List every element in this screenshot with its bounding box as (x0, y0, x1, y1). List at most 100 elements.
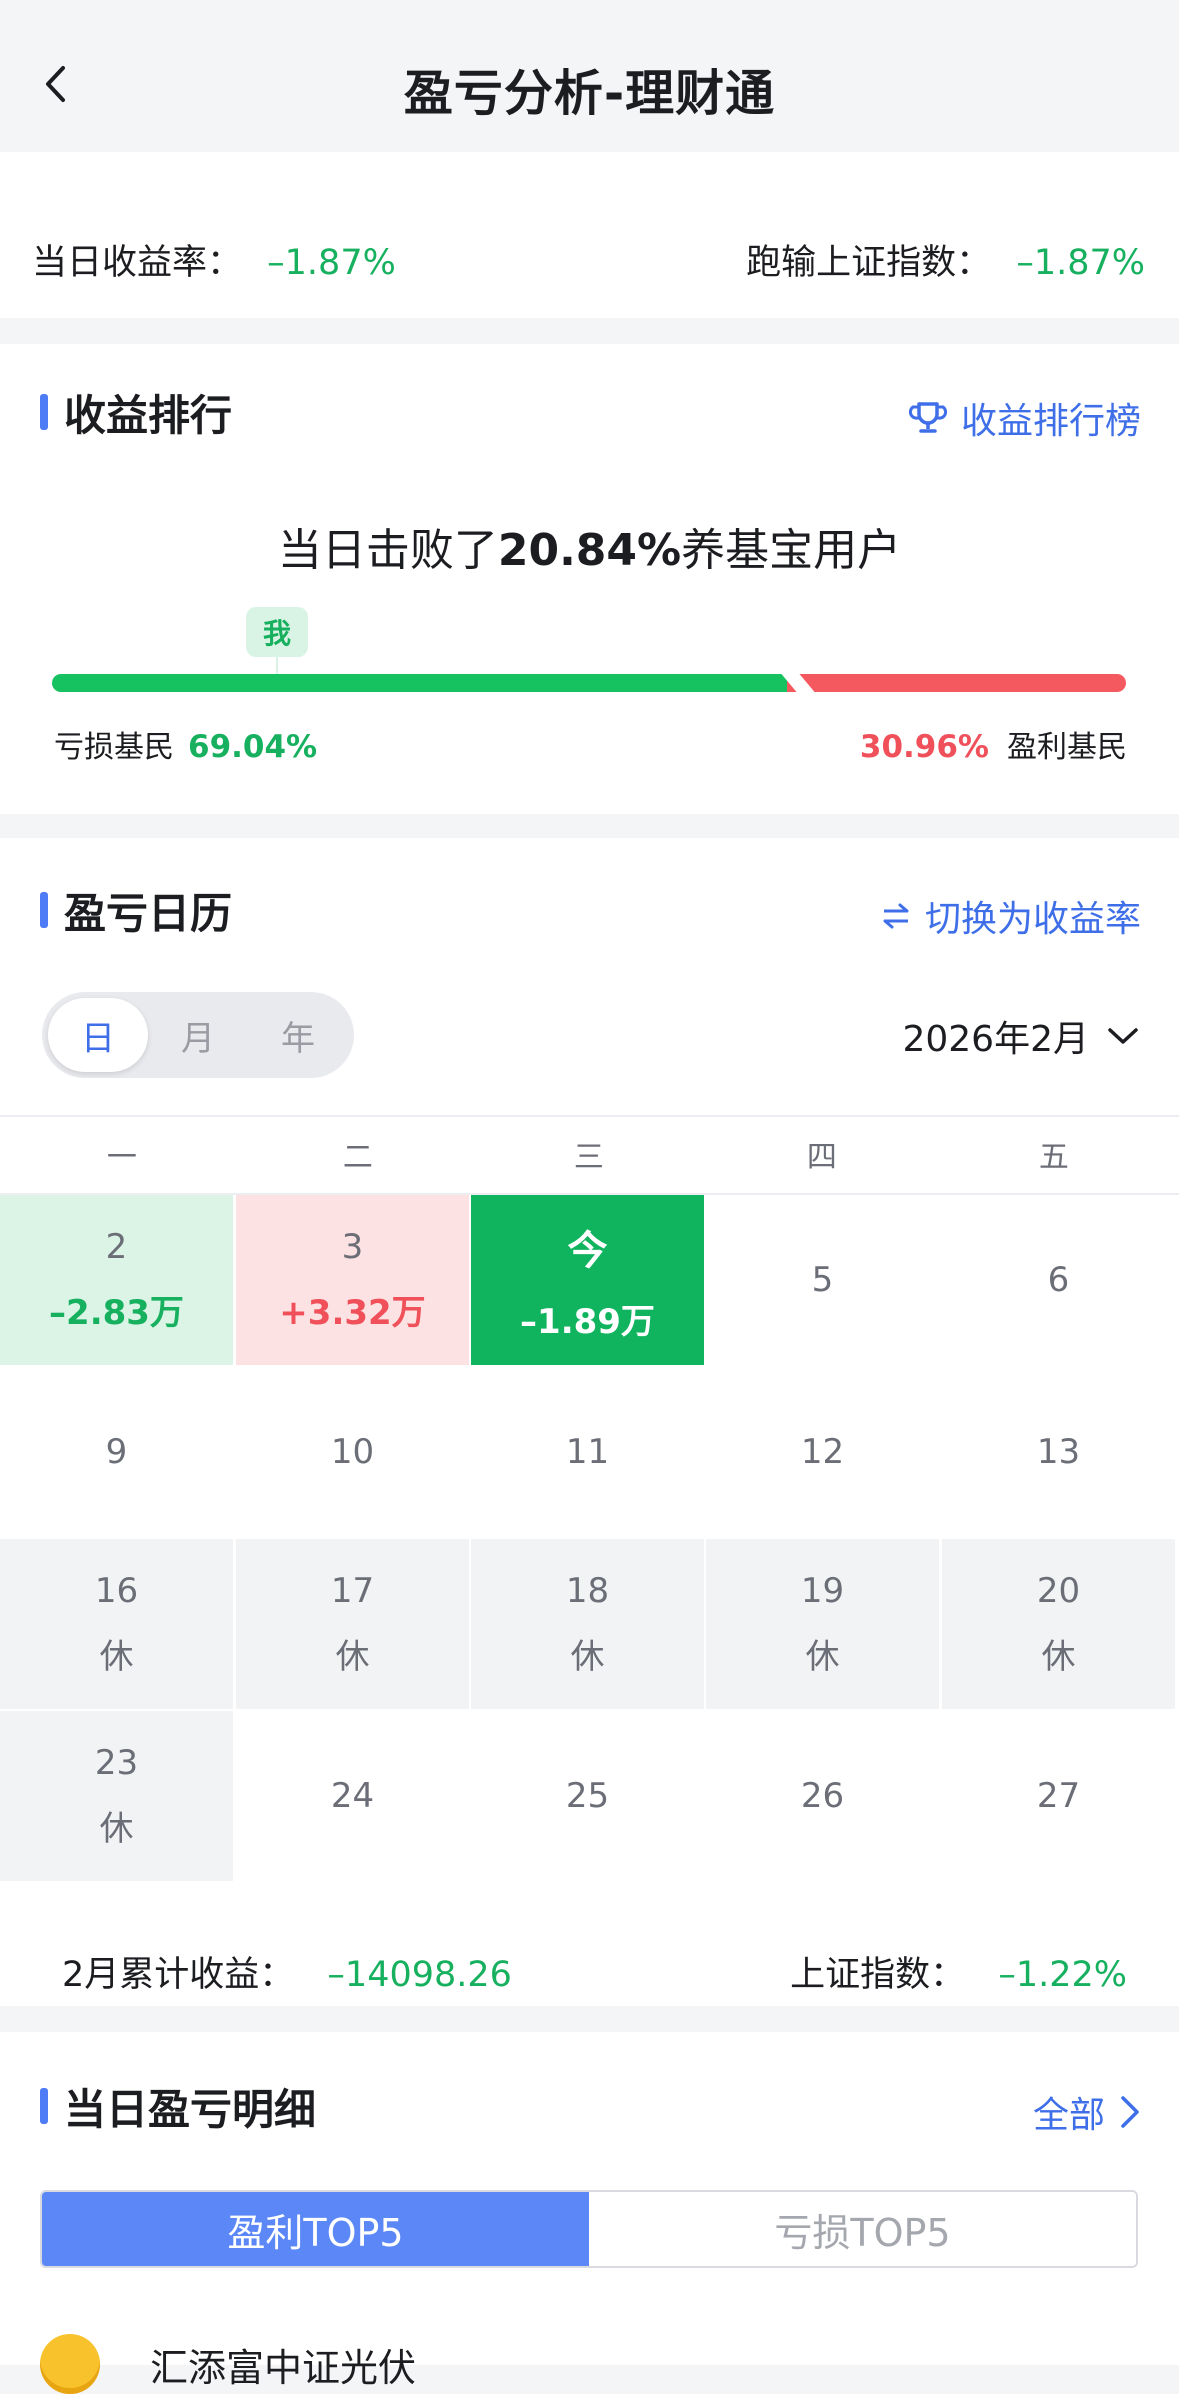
section-marker (40, 2088, 48, 2124)
loss-value: 69.04% (188, 729, 318, 765)
nav-bar: 盈亏分析-理财通 (0, 0, 1179, 152)
day-number: 26 (800, 1776, 845, 1816)
switch-to-rate-link[interactable]: 切换为收益率 (881, 890, 1141, 942)
loss-label: 亏损基民 (54, 730, 174, 765)
headline-prefix: 当日击败了 (277, 525, 498, 576)
calendar-day-cell[interactable]: 17 休 (236, 1539, 469, 1709)
calendar-day-cell[interactable]: 24 (236, 1711, 469, 1881)
detail-title: 当日盈亏明细 (64, 2084, 317, 2134)
day-number: 13 (1036, 1432, 1081, 1472)
day-number: 9 (105, 1432, 128, 1472)
calendar-day-cell[interactable]: 3 +3.32万 (236, 1195, 469, 1365)
day-number: 17 (330, 1570, 375, 1611)
calendar-day-cell[interactable]: 13 (942, 1367, 1175, 1537)
month-total-label: 2月累计收益： (62, 1955, 295, 1995)
day-number: 5 (811, 1260, 834, 1300)
page-title: 盈亏分析-理财通 (403, 65, 776, 122)
day-number: 25 (565, 1776, 610, 1816)
ranking-card: 收益排行 收益排行榜 当日击败了20.84%养基宝用户 我 亏损基民 69.04… (0, 344, 1179, 814)
day-number: 23 (94, 1742, 139, 1783)
ranking-bar (52, 672, 1126, 694)
beat-headline: 当日击败了20.84%养基宝用户 (0, 514, 1179, 578)
mode-day[interactable]: 日 (48, 992, 148, 1078)
view-all-link[interactable]: 全部 (1033, 2086, 1141, 2138)
day-number: 18 (565, 1570, 610, 1611)
ranking-link-label: 收益排行榜 (960, 401, 1141, 442)
day-number: 11 (565, 1432, 610, 1472)
calendar-day-cell[interactable]: 今 –1.89万 (471, 1195, 704, 1365)
fund-name: 汇添富中证光伏 (150, 2345, 417, 2390)
day-number: 3 (341, 1226, 364, 1267)
section-marker (40, 394, 48, 430)
weekday-fri: 五 (1038, 1140, 1069, 1175)
calendar-header: 盈亏日历 (40, 889, 232, 938)
headline-percent: 20.84% (497, 525, 682, 576)
ranking-list-link[interactable]: 收益排行榜 (908, 392, 1141, 444)
weekday-header: 一 二 三 四 五 (0, 1115, 1179, 1193)
calendar-day-cell[interactable]: 9 (0, 1367, 233, 1537)
calendar-day-cell[interactable]: 25 (471, 1711, 704, 1881)
vs-index-value: –1.87% (1016, 243, 1145, 283)
day-pnl: 休 (99, 1636, 134, 1677)
ranking-header: 收益排行 (40, 391, 232, 440)
calendar-day-cell[interactable]: 16 休 (0, 1539, 233, 1709)
coin-icon (40, 2334, 100, 2394)
day-number: 19 (800, 1570, 845, 1611)
mode-month[interactable]: 月 (148, 992, 248, 1078)
headline-suffix: 养基宝用户 (681, 525, 902, 576)
weekday-thu: 四 (806, 1140, 837, 1175)
calendar-day-cell[interactable]: 27 (942, 1711, 1175, 1881)
index-label: 上证指数： (790, 1955, 966, 1995)
calendar-day-cell[interactable]: 12 (706, 1367, 939, 1537)
calendar-day-cell[interactable]: 18 休 (471, 1539, 704, 1709)
day-number: 今 (567, 1227, 608, 1274)
day-number: 6 (1047, 1260, 1070, 1300)
calendar-day-cell[interactable]: 11 (471, 1367, 704, 1537)
calendar-day-cell[interactable]: 10 (236, 1367, 469, 1537)
trophy-icon (908, 402, 947, 433)
calendar-day-cell[interactable]: 23 休 (0, 1711, 233, 1881)
calendar-day-cell[interactable]: 6 (942, 1195, 1175, 1365)
calendar-day-cell[interactable]: 19 休 (706, 1539, 939, 1709)
month-total-value: –14098.26 (327, 1955, 512, 1995)
calendar-day-cell[interactable]: 26 (706, 1711, 939, 1881)
month-picker[interactable]: 2026年2月 (902, 1010, 1139, 1062)
top5-tabs: 盈利TOP5 亏损TOP5 (40, 2190, 1138, 2268)
day-pnl: 休 (570, 1636, 605, 1677)
mode-switch: 日 月 年 (42, 992, 354, 1078)
me-marker: 我 (246, 607, 308, 657)
day-pnl: –2.83万 (49, 1292, 184, 1333)
index-value: –1.22% (998, 1955, 1127, 1995)
day-pnl: 休 (99, 1808, 134, 1849)
day-pnl: 休 (1041, 1636, 1076, 1677)
month-label: 2026年2月 (902, 1019, 1089, 1060)
switch-label: 切换为收益率 (924, 899, 1141, 940)
calendar-day-cell[interactable]: 2 –2.83万 (0, 1195, 233, 1365)
section-marker (40, 892, 48, 928)
day-number: 27 (1036, 1776, 1081, 1816)
day-number: 24 (330, 1776, 375, 1816)
vs-index-label: 跑输上证指数： (746, 243, 992, 283)
day-number: 12 (800, 1432, 845, 1472)
tab-loss-top5[interactable]: 亏损TOP5 (589, 2192, 1136, 2266)
list-item[interactable]: 汇添富中证光伏 (40, 2334, 416, 2394)
detail-header: 当日盈亏明细 (40, 2085, 316, 2134)
daily-rate: 当日收益率： –1.87% (32, 234, 396, 285)
tab-profit-top5[interactable]: 盈利TOP5 (42, 2192, 589, 2266)
day-number: 2 (105, 1226, 128, 1267)
mode-year[interactable]: 年 (248, 992, 348, 1078)
chevron-down-icon (1108, 1028, 1138, 1044)
view-all-label: 全部 (1032, 2095, 1105, 2136)
daily-rate-value: –1.87% (267, 243, 396, 283)
day-number: 10 (330, 1432, 375, 1472)
profit-stat: 30.96% 盈利基民 (860, 722, 1127, 766)
profit-label: 盈利基民 (1007, 730, 1127, 765)
detail-card: 当日盈亏明细 全部 盈利TOP5 亏损TOP5 汇添富中证光伏 (0, 2032, 1179, 2394)
day-pnl: 休 (805, 1636, 840, 1677)
weekday-wed: 三 (573, 1140, 604, 1175)
calendar-day-cell[interactable]: 20 休 (942, 1539, 1175, 1709)
month-total: 2月累计收益： –14098.26 (62, 1946, 512, 1997)
calendar-day-cell[interactable]: 5 (706, 1195, 939, 1365)
profit-value: 30.96% (859, 729, 989, 765)
day-number: 20 (1036, 1570, 1081, 1611)
